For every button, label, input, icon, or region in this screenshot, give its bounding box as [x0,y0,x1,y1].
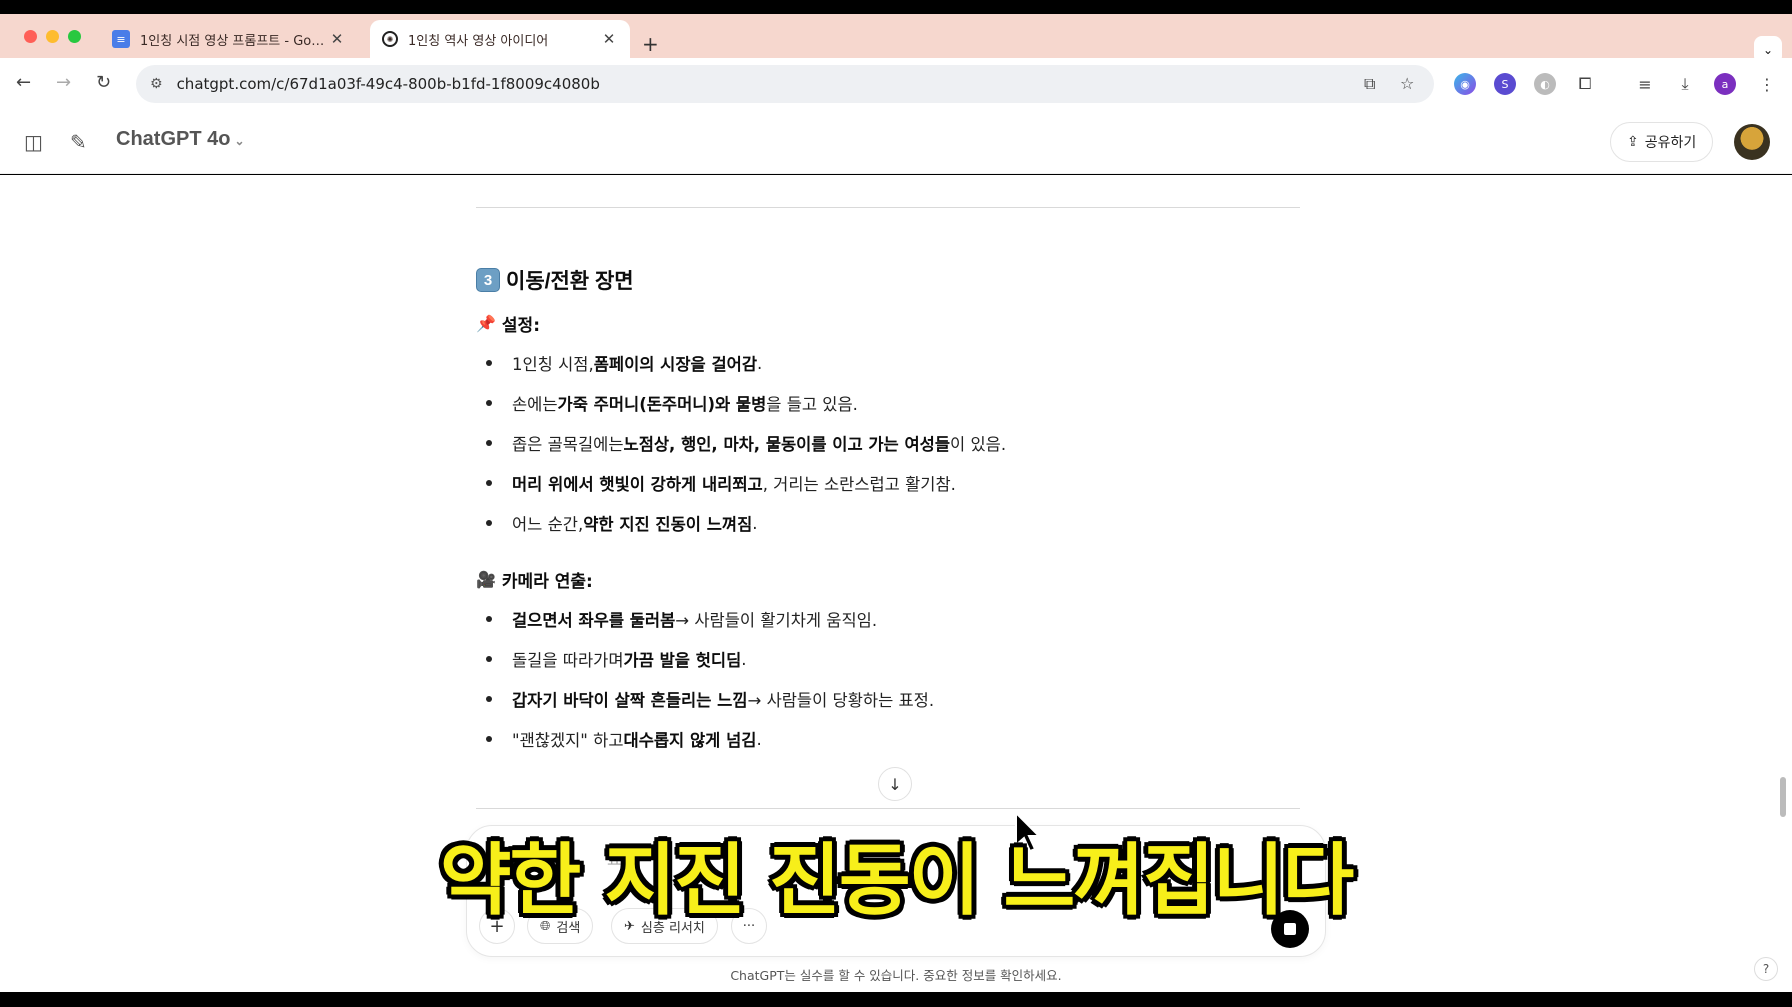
window-zoom-button[interactable] [68,30,81,43]
reload-icon[interactable]: ↻ [96,72,111,93]
chatgpt-icon: ✺ [382,31,398,47]
camera-label: 카메라 연출: [501,572,593,592]
extension-icon[interactable]: ◉ [1454,73,1476,95]
section-heading-text: 이동/전환 장면 [506,270,634,293]
list-item: 어느 순간, 약한 지진 진동이 느껴짐. [486,511,758,535]
extensions-puzzle-icon[interactable]: ⧠ [1574,73,1596,95]
chevron-down-icon: ⌄ [234,134,245,148]
site-settings-icon[interactable]: ⚙ [150,76,163,92]
share-button[interactable]: ⇪ 공유하기 [1610,122,1714,162]
list-item: 좁은 골목길에는 노점상, 행인, 마차, 물동이를 이고 가는 여성들 이 있음… [486,431,1006,455]
download-icon[interactable]: ⤓ [1674,73,1696,95]
screen-bottom-border [0,992,1792,1007]
screen-top-border [0,0,1792,14]
back-arrow-icon[interactable]: ← [16,72,31,93]
media-controls-icon[interactable]: ≡ [1634,73,1656,95]
list-item: 손에는 가죽 주머니(돈주머니)와 물병 을 들고 있음. [486,391,858,415]
user-avatar[interactable] [1734,124,1770,160]
new-chat-icon[interactable]: ✎ [70,130,87,154]
scrollbar-thumb[interactable] [1780,777,1786,817]
list-item: 걸으면서 좌우를 둘러봄 → 사람들이 활기차게 움직임. [486,607,877,631]
setting-subheading: 📌 설정: [476,311,540,336]
list-item: 1인칭 시점, 폼페이의 시장을 걸어감. [486,351,762,375]
sidebar-toggle-icon[interactable]: ◫ [24,130,43,154]
scroll-to-bottom-button[interactable]: ↓ [878,767,912,801]
share-icon: ⇪ [1627,134,1639,150]
list-item: 갑자기 바닥이 살짝 흔들리는 느낌 → 사람들이 당황하는 표정. [486,687,934,711]
forward-arrow-icon[interactable]: → [56,72,71,93]
window-close-button[interactable] [24,30,37,43]
disclaimer-text: ChatGPT는 실수를 할 수 있습니다. 중요한 정보를 확인하세요. [730,968,1062,983]
camera-subheading: 🎥 카메라 연출: [476,567,593,592]
bookmark-star-icon[interactable]: ☆ [1400,74,1414,93]
chatgpt-header: ◫ ✎ ChatGPT 4o ⌄ ⇪ 공유하기 [0,110,1792,174]
extension-puzzle-gray-icon[interactable]: ◐ [1534,73,1556,95]
model-name: ChatGPT 4o [116,128,231,150]
share-label: 공유하기 [1644,135,1697,151]
tab-google-docs[interactable]: ≡ 1인칭 시점 영상 프롬프트 - Google ✕ [100,20,358,58]
browser-tab-strip: ≡ 1인칭 시점 영상 프롬프트 - Google ✕ ✺ 1인칭 역사 영상 … [0,14,1792,64]
divider [476,207,1300,208]
list-item: 돌길을 따라가며 가끔 발을 헛디딤. [486,647,747,671]
pushpin-icon: 📌 [476,314,496,333]
tab-chatgpt[interactable]: ✺ 1인칭 역사 영상 아이디어 ✕ [370,20,630,58]
list-item: "괜찮겠지" 하고 대수롭지 않게 넘김. [486,727,762,751]
video-subtitle: 약한 지진 진동이 느껴집니다 [439,836,1355,926]
arrow-down-icon: ↓ [888,774,902,794]
browser-toolbar: ← → ↻ ⚙ chatgpt.com/c/67d1a03f-49c4-800b… [0,58,1792,110]
docs-icon: ≡ [112,30,130,48]
tab-close-icon[interactable]: ✕ [600,30,618,48]
divider [476,808,1300,809]
open-in-app-icon[interactable]: ⧉ [1364,74,1375,94]
model-selector[interactable]: ChatGPT 4o ⌄ [116,128,245,151]
extension-s-icon[interactable]: S [1494,73,1516,95]
browser-menu-icon[interactable]: ⋮ [1756,73,1778,95]
help-button[interactable]: ? [1754,957,1778,981]
tab-title: 1인칭 역사 영상 아이디어 [408,33,549,49]
tab-close-icon[interactable]: ✕ [328,30,346,48]
section-heading: 3 이동/전환 장면 [476,265,634,295]
keycap-number-icon: 3 [476,268,500,292]
list-item: 머리 위에서 햇빛이 강하게 내리쬐고, 거리는 소란스럽고 활기참. [486,471,956,495]
url-text: chatgpt.com/c/67d1a03f-49c4-800b-b1fd-1f… [176,75,600,93]
profile-avatar[interactable]: a [1714,73,1736,95]
movie-camera-icon: 🎥 [476,570,496,589]
window-minimize-button[interactable] [46,30,59,43]
address-bar[interactable]: ⚙ chatgpt.com/c/67d1a03f-49c4-800b-b1fd-… [136,65,1434,103]
tab-title: 1인칭 시점 영상 프롬프트 - Google [140,33,328,49]
new-tab-button[interactable]: + [642,32,659,56]
setting-label: 설정: [501,316,541,336]
